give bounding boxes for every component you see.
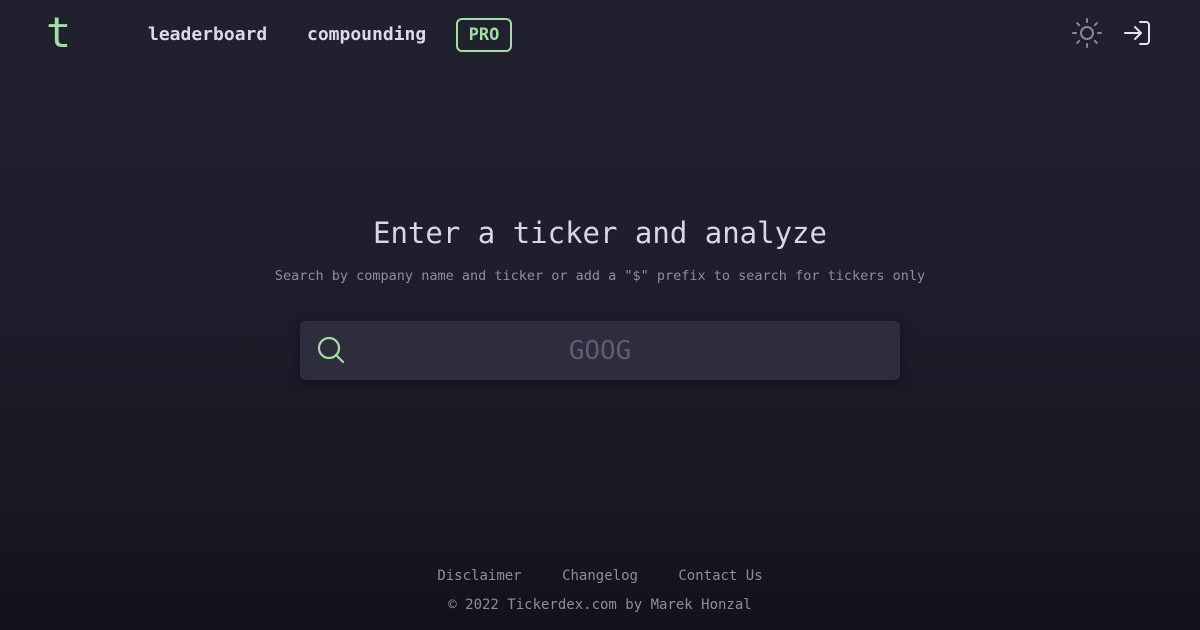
pro-button[interactable]: PRO (456, 18, 512, 52)
sun-icon (1072, 18, 1102, 48)
footer-changelog-link[interactable]: Changelog (562, 568, 638, 584)
logo[interactable]: t (46, 10, 71, 56)
nav-compounding-link[interactable]: compounding (307, 24, 426, 46)
search-hint: Search by company name and ticker or add… (274, 268, 926, 284)
page-title: Enter a ticker and analyze (373, 216, 827, 250)
nav-leaderboard-link[interactable]: leaderboard (148, 24, 267, 46)
footer-contact-link[interactable]: Contact Us (678, 568, 762, 584)
copyright-text: © 2022 Tickerdex.com by Marek Honzal (448, 597, 752, 613)
header: t leaderboard compounding PRO (0, 0, 1200, 70)
search-box[interactable] (300, 321, 900, 380)
login-icon (1124, 21, 1150, 45)
footer-links: Disclaimer Changelog Contact Us (0, 567, 1200, 585)
footer-disclaimer-link[interactable]: Disclaimer (437, 568, 521, 584)
search-icon (317, 336, 345, 364)
theme-toggle-button[interactable] (1071, 17, 1103, 49)
login-button[interactable] (1121, 17, 1153, 49)
search-input[interactable] (360, 321, 840, 380)
